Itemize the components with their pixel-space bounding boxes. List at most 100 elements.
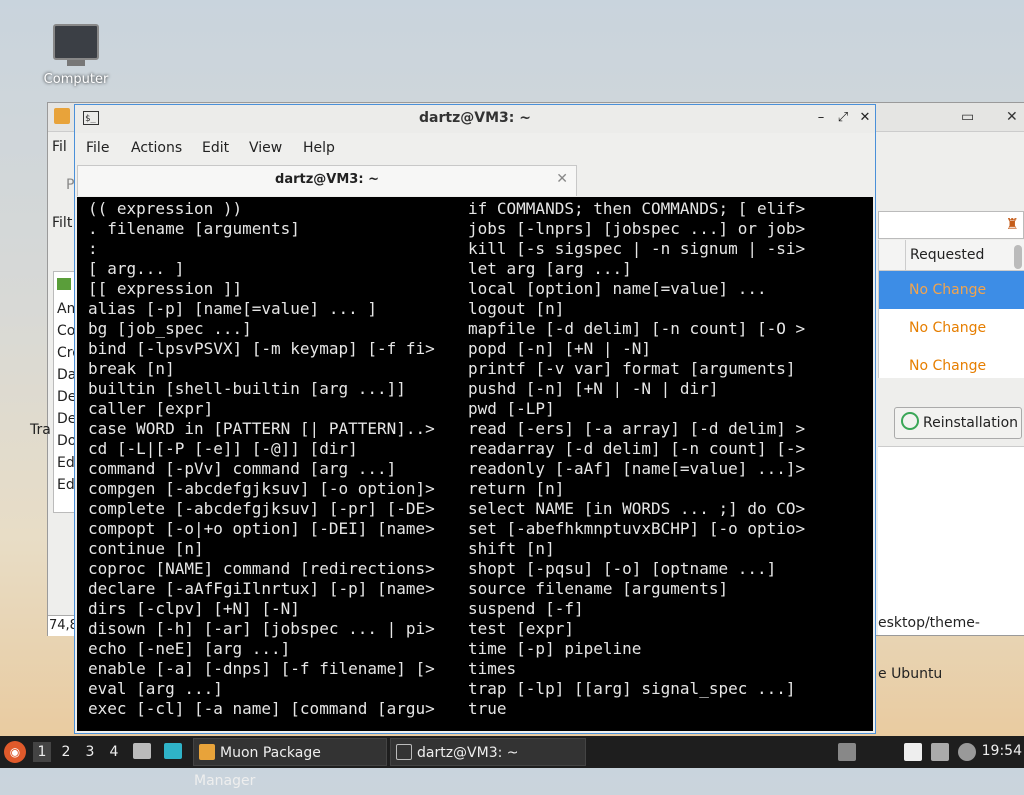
terminal-line: suspend [-f] [468, 599, 584, 618]
terminal-line: true [468, 699, 507, 718]
terminal-tab[interactable]: dartz@VM3: ~ ✕ [77, 165, 577, 196]
terminal-line: shopt [-pqsu] [-o] [optname ...] [468, 559, 777, 578]
maximize-icon[interactable]: ⤢ [835, 110, 851, 125]
terminal-line: set [-abefhkmnptuvxBCHP] [-o optio> [468, 519, 806, 538]
terminal-line: bg [job_spec ...] [88, 319, 252, 338]
terminal-output[interactable]: (( expression )). filename [arguments]:[… [77, 197, 873, 731]
desktop-show-icon[interactable] [164, 743, 182, 759]
column-requested[interactable]: Requested [905, 240, 984, 270]
search-input[interactable]: ♜ [878, 211, 1024, 239]
desktop-icon-label: Computer [43, 72, 109, 87]
terminal-line: pwd [-LP] [468, 399, 555, 418]
terminal-line: jobs [-lnprs] [jobspec ...] or job> [468, 219, 806, 238]
terminal-line: readonly [-aAf] [name[=value] ...]> [468, 459, 806, 478]
terminal-line: complete [-abcdefgjksuv] [-pr] [-DE> [88, 499, 435, 518]
terminal-line: [[ expression ]] [88, 279, 243, 298]
desc-line: e Ubuntu [878, 666, 943, 682]
status-cell: No Change [909, 282, 987, 298]
terminal-line: let arg [arg ...] [468, 259, 632, 278]
clipboard-icon[interactable] [904, 743, 922, 761]
eject-icon[interactable] [838, 743, 856, 761]
tab-label: dartz@VM3: ~ [275, 172, 379, 187]
menu-actions[interactable]: Actions [131, 140, 182, 156]
status-cell: No Change [909, 358, 987, 374]
muon-menu-file[interactable]: Fil [52, 139, 67, 155]
terminal-line: printf [-v var] format [arguments] [468, 359, 796, 378]
output-column-right: if COMMANDS; then COMMANDS; [ elif> jobs … [468, 199, 805, 719]
terminal-line: return [n] [468, 479, 565, 498]
workspace-3[interactable]: 3 [81, 742, 99, 762]
tab-close-icon[interactable]: ✕ [556, 171, 568, 187]
muon-filter-label: Filt [52, 215, 73, 231]
minimize-icon[interactable]: ▭ [961, 109, 974, 125]
terminal-line: bind [-lpsvPSVX] [-m keymap] [-f fi> [88, 339, 435, 358]
monitor-stand [67, 60, 85, 66]
terminal-line: read [-ers] [-a array] [-d delim] > [468, 419, 806, 438]
menu-view[interactable]: View [249, 140, 282, 156]
terminal-line: caller [expr] [88, 399, 214, 418]
package-icon [57, 278, 71, 290]
broom-icon[interactable]: ♜ [1006, 215, 1019, 233]
workspace-1[interactable]: 1 [33, 742, 51, 762]
terminal-line: trap [-lp] [[arg] signal_spec ...] [468, 679, 796, 698]
terminal-line: enable [-a] [-dnps] [-f filename] [> [88, 659, 435, 678]
terminal-line: . filename [arguments] [88, 219, 300, 238]
terminal-line: declare [-aAfFgiIlnrtux] [-p] [name> [88, 579, 435, 598]
terminal-titlebar[interactable]: $_ dartz@VM3: ~ – ⤢ ✕ [75, 105, 875, 133]
window-title: dartz@VM3: ~ [419, 110, 531, 126]
terminal-line: test [expr] [468, 619, 574, 638]
terminal-line: cd [-L|[-P [-e]] [-@]] [dir] [88, 439, 358, 458]
terminal-window[interactable]: $_ dartz@VM3: ~ – ⤢ ✕ File Actions Edit … [74, 104, 876, 734]
terminal-line: echo [-neE] [arg ...] [88, 639, 291, 658]
terminal-line: times [468, 659, 517, 678]
status-cell: No Change [909, 320, 987, 336]
reinstallation-label: Reinstallation [923, 415, 1019, 431]
terminal-line: disown [-h] [-ar] [jobspec ... | pi> [88, 619, 435, 638]
table-row[interactable]: No Change [879, 309, 1024, 347]
terminal-line: exec [-cl] [-a name] [command [argu> [88, 699, 435, 718]
terminal-line: if COMMANDS; then COMMANDS; [ elif> [468, 199, 806, 218]
terminal-line: break [n] [88, 359, 175, 378]
terminal-line: [ arg... ] [88, 259, 185, 278]
terminal-line: coproc [NAME] command [redirections> [88, 559, 435, 578]
menu-help[interactable]: Help [303, 140, 335, 156]
close-icon[interactable]: ✕ [1006, 109, 1018, 125]
tra-fragment: Tra [30, 422, 51, 438]
start-menu-icon[interactable]: ◉ [4, 741, 26, 763]
menu-file[interactable]: File [86, 140, 109, 156]
terminal-line: eval [arg ...] [88, 679, 223, 698]
desc-line: esktop/theme- [878, 615, 980, 631]
settings-icon[interactable] [958, 743, 976, 761]
close-icon[interactable]: ✕ [857, 110, 873, 125]
task-muon-package-manager[interactable]: Muon Package Manager [193, 738, 387, 789]
terminal-line: dirs [-clpv] [+N] [-N] [88, 599, 300, 618]
terminal-line: source filename [arguments] [468, 579, 729, 598]
terminal-line: local [option] name[=value] ... [468, 279, 767, 298]
reinstallation-button[interactable]: Reinstallation [894, 407, 1022, 439]
terminal-line: pushd [-n] [+N | -N | dir] [468, 379, 719, 398]
workspace-2[interactable]: 2 [57, 742, 75, 762]
terminal-line: select NAME [in WORDS ... ;] do CO> [468, 499, 806, 518]
muon-app-icon [54, 108, 70, 124]
terminal-line: popd [-n] [+N | -N] [468, 339, 652, 358]
workspace-4[interactable]: 4 [105, 742, 123, 762]
task-terminal[interactable]: dartz@VM3: ~ [390, 738, 586, 766]
terminal-line: (( expression )) [88, 199, 243, 218]
task-label: dartz@VM3: ~ [417, 745, 519, 761]
terminal-line: case WORD in [PATTERN [| PATTERN]..> [88, 419, 435, 438]
clock: 19:54 [981, 743, 1022, 759]
file-manager-icon[interactable] [133, 743, 151, 759]
menu-edit[interactable]: Edit [202, 140, 229, 156]
table-scrollbar[interactable] [1014, 245, 1022, 269]
menu-bar: File Actions Edit View Help [75, 133, 875, 163]
table-row[interactable]: No Change [879, 271, 1024, 309]
table-header: Requested [879, 240, 1024, 271]
network-icon[interactable] [931, 743, 949, 761]
terminal-line: compopt [-o|+o option] [-DEI] [name> [88, 519, 435, 538]
table-row[interactable]: No Change [879, 347, 1024, 378]
terminal-line: builtin [shell-builtin [arg ...]] [88, 379, 406, 398]
minimize-icon[interactable]: – [813, 110, 829, 125]
package-table[interactable]: Requested No Change No Change No Change [878, 240, 1024, 378]
terminal-line: mapfile [-d delim] [-n count] [-O > [468, 319, 806, 338]
desktop-computer-icon[interactable]: Computer [38, 20, 114, 87]
